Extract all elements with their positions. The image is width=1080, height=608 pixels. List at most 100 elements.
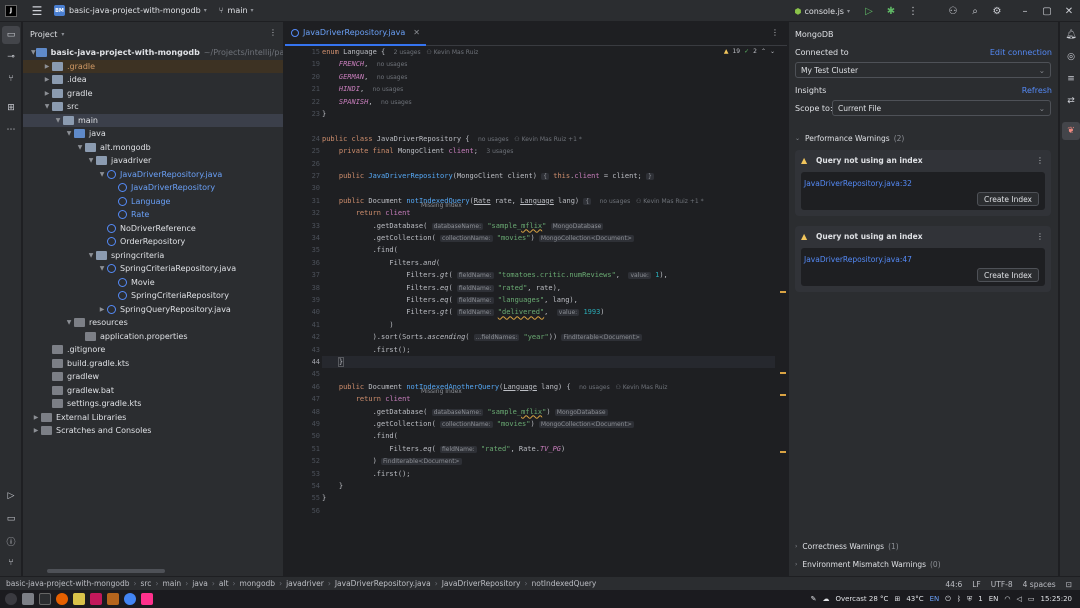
bluetooth-icon[interactable]: ᛒ (957, 595, 961, 603)
tree-item[interactable]: gradlew (23, 370, 283, 384)
scope-select[interactable]: Current File ⌄ (832, 100, 1051, 116)
caret-position[interactable]: 44:6 (945, 580, 962, 589)
chevron-right-icon[interactable]: ▶ (31, 414, 41, 421)
keyboard-lang[interactable]: EN (930, 595, 940, 603)
notifications-icon[interactable]: 🔔︎ (1062, 26, 1080, 44)
tree-item[interactable]: Rate (23, 208, 283, 222)
pull-requests-icon[interactable]: ⑂ (2, 70, 20, 88)
close-tab-icon[interactable]: ✕ (413, 28, 420, 37)
create-index-button[interactable]: Create Index (977, 268, 1039, 282)
intellij-app-icon[interactable] (90, 593, 102, 605)
more-icon[interactable]: ⋮ (902, 0, 924, 22)
project-selector[interactable]: BM basic-java-project-with-mongodb ▾ (54, 5, 207, 16)
performance-warnings-section[interactable]: ⌄ Performance Warnings (2) (795, 134, 904, 143)
shield-icon[interactable]: ⛨ (967, 595, 972, 604)
volume-icon[interactable]: ◁ (1017, 595, 1022, 603)
commit-icon[interactable]: ⊸ (2, 48, 20, 66)
chevron-down-icon[interactable]: ▼ (64, 130, 74, 137)
tree-item[interactable]: ▶ SpringQueryRepository.java (23, 303, 283, 317)
breadcrumb-item[interactable]: notIndexedQuery (532, 579, 597, 588)
workspace-number[interactable]: 1 (978, 595, 982, 603)
close-icon[interactable]: ✕ (1058, 0, 1080, 22)
problems-icon[interactable]: ⓘ (2, 532, 20, 550)
breadcrumb-item[interactable]: java (192, 579, 208, 588)
tree-item[interactable]: OrderRepository (23, 235, 283, 249)
run-config-selector[interactable]: ⬢ console.js ▾ (794, 7, 850, 16)
breadcrumb-item[interactable]: JavaDriverRepository (442, 579, 521, 588)
tree-item[interactable]: gradlew.bat (23, 384, 283, 398)
services-icon[interactable]: ▷ (2, 487, 20, 505)
settings-icon[interactable]: ⚙ (986, 0, 1008, 22)
clock[interactable]: 15:25:20 (1041, 595, 1072, 603)
vertical-scrollbar[interactable] (775, 46, 787, 576)
horizontal-scrollbar[interactable] (47, 569, 165, 573)
tree-item[interactable]: Movie (23, 276, 283, 290)
chevron-down-icon[interactable]: ▼ (86, 252, 96, 259)
tree-item[interactable]: ▶ Scratches and Consoles (23, 424, 283, 438)
line-separator[interactable]: LF (972, 580, 981, 589)
breadcrumb-item[interactable]: javadriver (286, 579, 324, 588)
tree-item[interactable]: ▼ main (23, 113, 283, 127)
code-area[interactable]: enum Language { 2 usages ⚇ Kevin Mas Rui… (322, 46, 775, 576)
breadcrumb-item[interactable]: mongodb (240, 579, 276, 588)
power-icon[interactable]: ⏻ (945, 595, 951, 604)
run-icon[interactable]: ▷ (858, 0, 880, 22)
tree-item[interactable]: NoDriverReference (23, 222, 283, 236)
chevron-down-icon[interactable]: ▼ (31, 49, 36, 56)
tree-item[interactable]: ▼ alt.mongodb (23, 141, 283, 155)
breadcrumb-item[interactable]: alt (219, 579, 229, 588)
tabs-options-icon[interactable]: ⋮ (771, 28, 779, 37)
tree-item[interactable]: ▼ javadriver (23, 154, 283, 168)
tree-item[interactable]: ▼ java (23, 127, 283, 141)
breadcrumb-item[interactable]: JavaDriverRepository.java (335, 579, 431, 588)
terminal-icon[interactable]: ▭ (2, 510, 20, 528)
search-icon[interactable]: ⌕ (964, 0, 986, 22)
keyboard-lang-secondary[interactable]: EN (989, 595, 999, 603)
tree-item[interactable]: ▼ springcriteria (23, 249, 283, 263)
chevron-down-icon[interactable]: ▼ (97, 171, 107, 178)
tree-item[interactable]: ▶ gradle (23, 87, 283, 101)
project-panel-title[interactable]: Project (30, 30, 57, 39)
indent-setting[interactable]: 4 spaces (1023, 580, 1056, 589)
files-app-icon[interactable] (22, 593, 34, 605)
mongodb-leaf-icon[interactable]: ❦ (1062, 122, 1080, 140)
chevron-down-icon[interactable]: ▼ (97, 265, 107, 272)
tree-item[interactable]: ▶ External Libraries (23, 411, 283, 425)
breadcrumb-item[interactable]: basic-java-project-with-mongodb (6, 579, 129, 588)
tree-item[interactable]: ▼ SpringCriteriaRepository.java (23, 262, 283, 276)
tree-item[interactable]: ▶ .idea (23, 73, 283, 87)
debug-icon[interactable]: ✱ (880, 0, 902, 22)
tree-item[interactable]: ▼ resources (23, 316, 283, 330)
tree-item[interactable]: ▼ basic-java-project-with-mongodb ~/Projec… (23, 46, 283, 60)
chevron-down-icon[interactable]: ▼ (86, 157, 96, 164)
refresh-link[interactable]: Refresh (1022, 86, 1052, 95)
chevron-down-icon[interactable]: ▼ (53, 117, 63, 124)
start-menu-icon[interactable] (5, 593, 17, 605)
chevron-down-icon[interactable]: ▼ (42, 103, 52, 110)
warning-location-link[interactable]: JavaDriverRepository.java:32 (804, 179, 912, 188)
minimize-icon[interactable]: – (1014, 0, 1036, 22)
battery-icon[interactable]: ▭ (1028, 595, 1035, 603)
environment-warnings-section[interactable]: › Environment Mismatch Warnings (0) (795, 560, 941, 569)
file-encoding[interactable]: UTF-8 (991, 580, 1013, 589)
create-index-button[interactable]: Create Index (977, 192, 1039, 206)
tree-item[interactable]: build.gradle.kts (23, 357, 283, 371)
main-menu-icon[interactable]: ☰ (26, 0, 48, 22)
lock-icon[interactable]: ⊡ (1066, 580, 1072, 589)
edit-connection-link[interactable]: Edit connection (990, 48, 1052, 57)
breadcrumb-item[interactable]: main (162, 579, 181, 588)
database-icon[interactable]: ≡ (1062, 70, 1080, 88)
tab-javadriverrepository[interactable]: JavaDriverRepository.java ✕ (285, 22, 426, 46)
branch-selector[interactable]: ⑂ main ▾ (219, 6, 254, 15)
cpu-temp[interactable]: 43°C (906, 595, 923, 603)
git-icon[interactable]: ⑂ (2, 554, 20, 572)
endpoints-icon[interactable]: ⇄ (1062, 92, 1080, 110)
chevron-down-icon[interactable]: ▼ (64, 319, 74, 326)
jetbrains-app-icon[interactable] (141, 593, 153, 605)
missing-index-hint[interactable]: Missing Index (421, 388, 462, 395)
ai-assistant-icon[interactable]: ◎ (1062, 48, 1080, 66)
notes-app-icon[interactable] (73, 593, 85, 605)
tree-item[interactable]: ▼ JavaDriverRepository.java (23, 168, 283, 182)
chevron-right-icon[interactable]: ▶ (97, 306, 107, 313)
correctness-warnings-section[interactable]: › Correctness Warnings (1) (795, 542, 899, 551)
